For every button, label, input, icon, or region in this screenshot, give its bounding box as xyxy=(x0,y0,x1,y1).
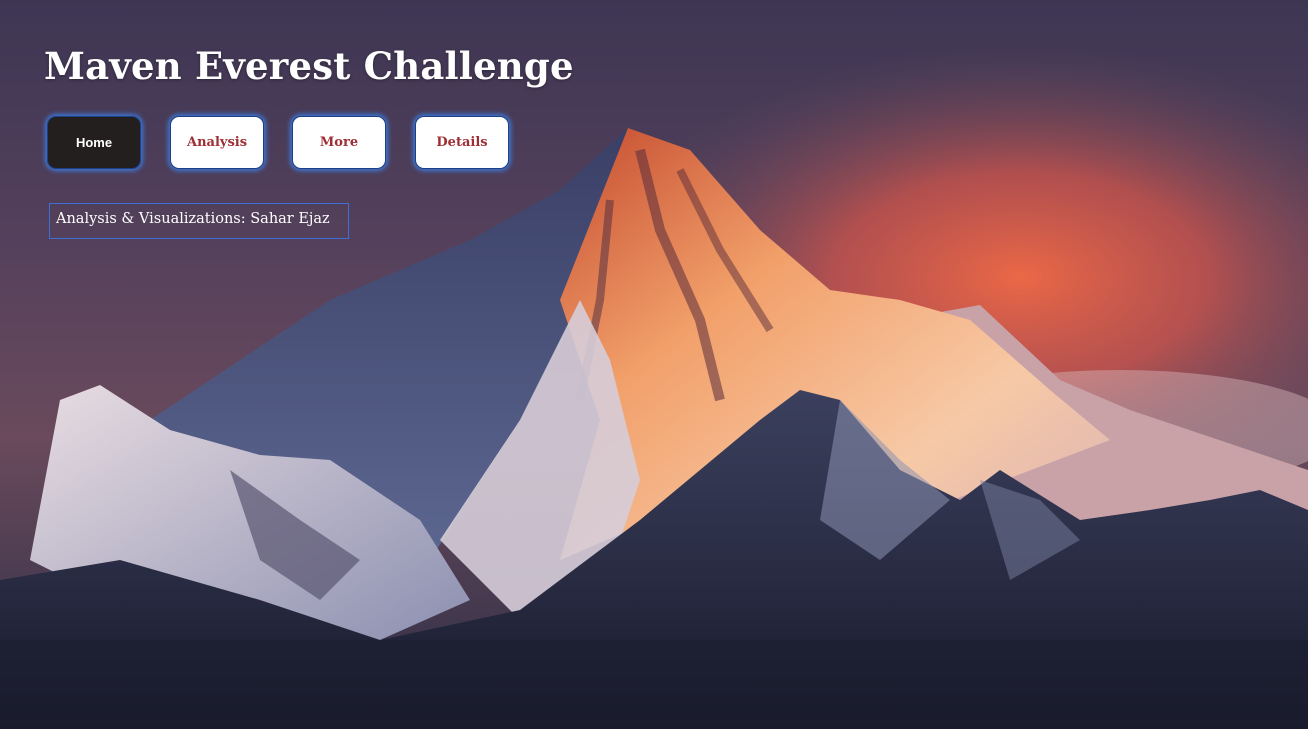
author-credit: Analysis & Visualizations: Sahar Ejaz xyxy=(49,203,349,239)
home-button[interactable]: Home xyxy=(47,116,141,169)
details-button[interactable]: Details xyxy=(415,116,509,169)
more-button[interactable]: More xyxy=(292,116,386,169)
page-title: Maven Everest Challenge xyxy=(44,44,574,88)
background-mountain-image xyxy=(0,0,1308,729)
analysis-button[interactable]: Analysis xyxy=(170,116,264,169)
